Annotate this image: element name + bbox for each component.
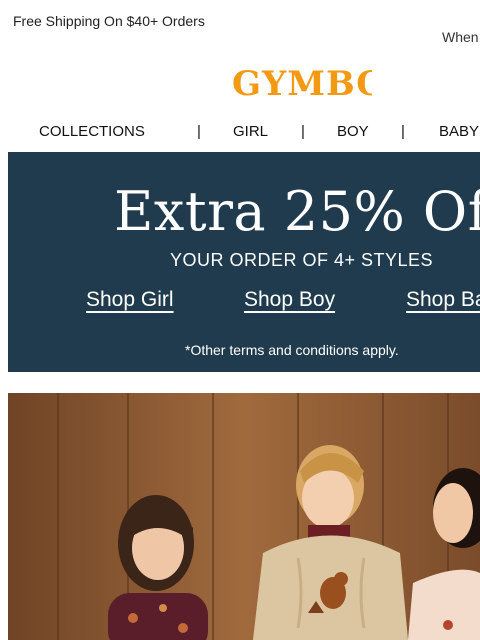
shop-boy-link[interactable]: Shop Boy [244,288,335,312]
hero-photo [8,393,480,640]
nav-boy[interactable]: BOY [337,123,369,140]
hero-image[interactable] [8,393,480,640]
nav-separator: | [401,123,405,140]
promo-headline: Extra 25% Off [114,180,480,243]
free-shipping-text: Free Shipping On $40+ Orders [13,13,205,29]
logo-text: GYMBOREE [232,64,372,102]
promo-terms: *Other terms and conditions apply. [185,342,399,358]
nav-collections[interactable]: COLLECTIONS [39,123,145,140]
nav-separator: | [197,123,201,140]
nav-girl[interactable]: GIRL [233,123,268,140]
nav-separator: | [301,123,305,140]
nav-baby[interactable]: BABY [439,123,479,140]
promo-subheadline: YOUR ORDER OF 4+ STYLES [170,250,434,270]
main-nav: COLLECTIONS | GIRL | BOY | BABY [0,116,480,146]
gymboree-logo[interactable]: GYMBOREE [232,62,372,102]
promo-banner[interactable]: Extra 25% Off YOUR ORDER OF 4+ STYLES Sh… [8,152,480,372]
top-banner: Free Shipping On $40+ Orders When [0,0,480,56]
promo-note-text: When [442,29,479,45]
shop-baby-link[interactable]: Shop Baby [406,288,480,312]
shop-girl-link[interactable]: Shop Girl [86,288,174,312]
